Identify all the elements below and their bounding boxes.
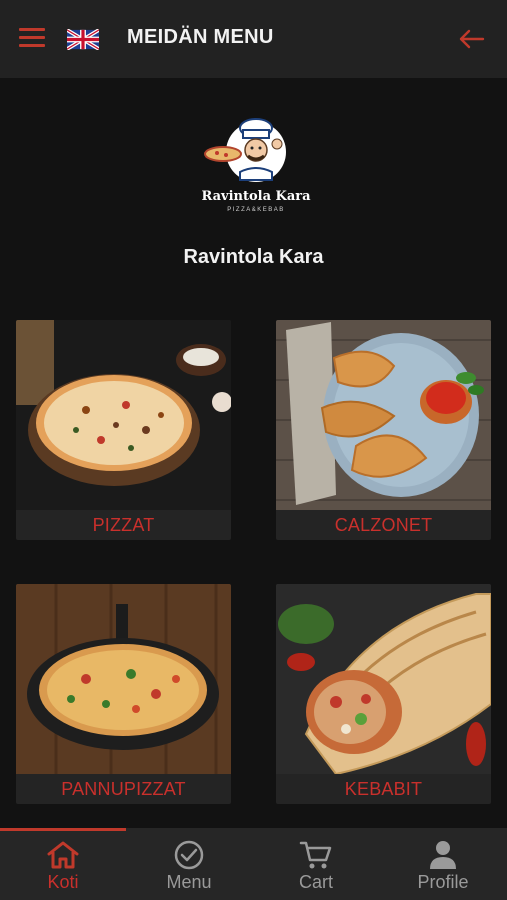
category-card-kebabit[interactable]: KEBABIT xyxy=(276,584,491,804)
nav-label: Koti xyxy=(47,872,79,892)
active-indicator xyxy=(0,828,126,831)
hamburger-icon[interactable] xyxy=(19,28,45,50)
calzone-photo xyxy=(276,320,491,510)
category-card-pizzat[interactable]: PIZZAT xyxy=(16,320,231,540)
restaurant-logo: Ravintola Kara PIZZA&KEBAB xyxy=(201,118,311,213)
restaurant-name: Ravintola Kara xyxy=(183,246,324,268)
uk-flag-icon[interactable] xyxy=(67,29,99,50)
nav-label: Menu xyxy=(166,872,212,892)
app-header: MEIDÄN MENU xyxy=(0,0,507,78)
logo-text: Ravintola Kara xyxy=(201,189,311,204)
nav-label: Cart xyxy=(298,872,333,892)
home-icon xyxy=(47,841,79,869)
pizza-photo xyxy=(16,320,231,510)
check-circle-icon xyxy=(174,840,204,870)
bottom-navigation: Koti Menu Cart Profile xyxy=(0,828,507,900)
nav-item-menu[interactable]: Menu xyxy=(126,828,252,900)
user-icon xyxy=(430,841,456,869)
category-label: PIZZAT xyxy=(92,515,155,535)
logo-subtext: PIZZA&KEBAB xyxy=(227,207,285,213)
nav-label: Profile xyxy=(417,872,469,892)
nav-item-profile[interactable]: Profile xyxy=(380,828,506,900)
category-label: CALZONET xyxy=(334,515,433,535)
category-card-pannupizzat[interactable]: PANNUPIZZAT xyxy=(16,584,231,804)
page-title: MEIDÄN MENU xyxy=(127,26,274,48)
cart-icon xyxy=(299,841,332,869)
nav-item-koti[interactable]: Koti xyxy=(0,828,126,900)
category-card-calzonet[interactable]: CALZONET xyxy=(276,320,491,540)
category-label: PANNUPIZZAT xyxy=(61,779,186,799)
arrow-left-icon[interactable] xyxy=(457,27,485,51)
category-label: KEBABIT xyxy=(344,779,423,799)
pan-pizza-photo xyxy=(16,584,231,774)
nav-item-cart[interactable]: Cart xyxy=(253,828,379,900)
kebab-wrap-photo xyxy=(276,584,491,774)
